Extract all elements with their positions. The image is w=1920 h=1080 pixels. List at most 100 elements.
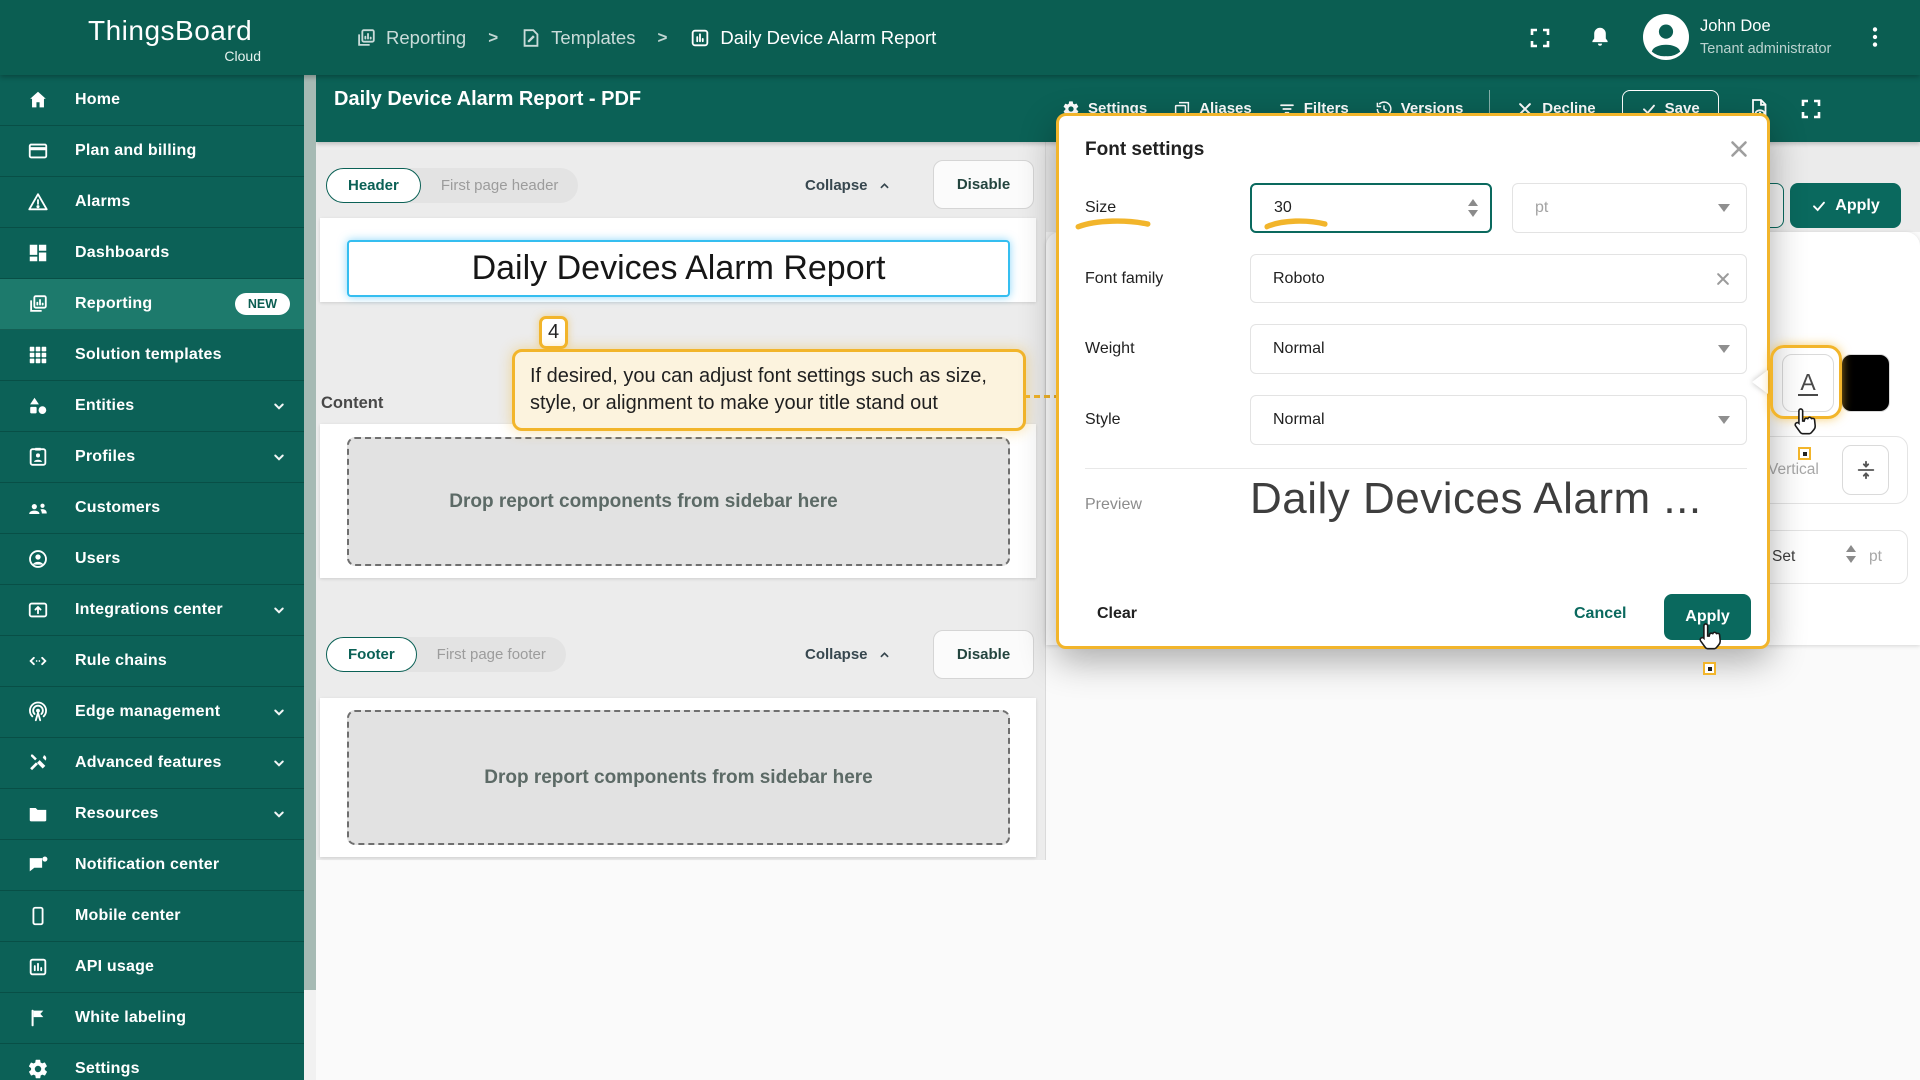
clear-button[interactable]: Clear — [1097, 605, 1137, 623]
sidebar-item-label: Notification center — [75, 856, 220, 873]
chevron-down-icon — [270, 601, 288, 619]
close-icon[interactable] — [1727, 137, 1751, 161]
kebab-menu-icon[interactable] — [1862, 24, 1888, 50]
clear-icon[interactable] — [1714, 270, 1732, 288]
fullscreen-icon[interactable] — [1528, 26, 1552, 50]
click-indicator — [1703, 662, 1716, 675]
brand-name: ThingsBoard — [88, 15, 253, 46]
breadcrumb-item-templates[interactable]: Templates — [520, 27, 635, 49]
cancel-button[interactable]: Cancel — [1574, 605, 1626, 623]
weight-label: Weight — [1085, 340, 1135, 357]
panel-apply-button[interactable]: Apply — [1790, 183, 1901, 228]
style-select[interactable]: Normal — [1250, 395, 1747, 445]
stepper-up-icon[interactable] — [1846, 545, 1856, 552]
marker-underline — [1264, 217, 1328, 230]
footer-dropzone-label: Drop report components from sidebar here — [484, 766, 873, 788]
sidebar-item-home[interactable]: Home — [0, 75, 304, 126]
style-label: Style — [1085, 411, 1121, 428]
size-unit-select[interactable]: pt — [1512, 183, 1747, 233]
sidebar-item-rule-chains[interactable]: Rule chains — [0, 636, 304, 687]
sidebar-item-reporting[interactable]: Reporting NEW — [0, 279, 304, 330]
stepper-down-icon[interactable] — [1468, 210, 1478, 217]
footer-section-tabs: Footer First page footer — [326, 637, 566, 672]
chevron-down-icon — [270, 754, 288, 772]
stepper-down-icon[interactable] — [1846, 556, 1856, 563]
entities-icon — [27, 395, 49, 417]
sidebar-scrollbar-thumb[interactable] — [304, 75, 316, 990]
header-collapse-button[interactable]: Collapse — [805, 168, 892, 203]
sidebar-item-label: Solution templates — [75, 346, 222, 363]
font-color-swatch[interactable] — [1841, 354, 1890, 412]
footer-collapse-button[interactable]: Collapse — [805, 637, 892, 672]
content-dropzone-label: Drop report components from sidebar here — [449, 490, 838, 512]
breadcrumb-item-reporting[interactable]: Reporting — [355, 27, 466, 49]
sidebar-item-label: Entities — [75, 397, 135, 414]
new-badge: NEW — [234, 293, 290, 315]
sidebar-item-plan-and-billing[interactable]: Plan and billing — [0, 126, 304, 177]
sidebar-item-dashboards[interactable]: Dashboards — [0, 228, 304, 279]
font-family-input[interactable]: Roboto — [1250, 254, 1747, 303]
thingsboard-app: ThingsBoard Cloud Reporting > Templates > Da… — [0, 0, 1920, 1080]
header-chip[interactable]: Header — [326, 168, 421, 203]
sidebar-item-label: Users — [75, 550, 121, 567]
sidebar-item-label: Plan and billing — [75, 142, 197, 159]
sidebar-item-alarms[interactable]: Alarms — [0, 177, 304, 228]
sidebar-item-users[interactable]: Users — [0, 534, 304, 585]
sidebar-item-mobile-center[interactable]: Mobile center — [0, 891, 304, 942]
weight-select[interactable]: Normal — [1250, 324, 1747, 374]
font-family-label: Font family — [1085, 270, 1164, 287]
footer-chip[interactable]: Footer — [326, 637, 417, 672]
fullscreen-icon[interactable] — [1799, 97, 1823, 121]
chevron-down-icon — [270, 805, 288, 823]
sidebar-item-label: White labeling — [75, 1009, 187, 1026]
panel-apply-label: Apply — [1835, 196, 1880, 214]
stepper-up-icon[interactable] — [1468, 199, 1478, 206]
sidebar-item-label: Reporting — [75, 295, 153, 312]
content-dropzone[interactable]: Drop report components from sidebar here — [347, 437, 1010, 566]
sidebar-item-customers[interactable]: Customers — [0, 483, 304, 534]
chevron-down-icon — [1718, 204, 1730, 212]
bell-icon[interactable] — [1588, 25, 1612, 49]
sidebar-item-solution-templates[interactable]: Solution templates — [0, 330, 304, 381]
size-unit-value: pt — [1535, 199, 1549, 216]
first-page-footer-tab[interactable]: First page footer — [417, 646, 566, 663]
sidebar-item-api-usage[interactable]: API usage — [0, 942, 304, 993]
footer-disable-button[interactable]: Disable — [933, 630, 1034, 679]
sidebar-item-label: Dashboards — [75, 244, 170, 261]
set-unit-label: pt — [1869, 548, 1882, 565]
billing-icon — [27, 140, 49, 162]
sidebar-item-integrations-center[interactable]: Integrations center — [0, 585, 304, 636]
sidebar-item-advanced-features[interactable]: Advanced features — [0, 738, 304, 789]
first-page-header-tab[interactable]: First page header — [421, 177, 579, 194]
size-input-stepper[interactable] — [1468, 199, 1478, 217]
hand-cursor-icon — [1694, 622, 1724, 656]
vertical-align-center-icon[interactable] — [1842, 445, 1889, 495]
size-value: 30 — [1274, 199, 1292, 216]
sidebar-item-entities[interactable]: Entities — [0, 381, 304, 432]
sidebar-item-white-labeling[interactable]: White labeling — [0, 993, 304, 1044]
header-disable-button[interactable]: Disable — [933, 160, 1034, 209]
sidebar-item-notification-center[interactable]: Notification center — [0, 840, 304, 891]
avatar[interactable] — [1643, 14, 1689, 60]
sidebar-item-settings[interactable]: Settings — [0, 1044, 304, 1080]
check-icon — [1811, 198, 1827, 214]
editor-title: Daily Device Alarm Report - PDF — [334, 88, 642, 110]
size-stepper[interactable] — [1846, 545, 1856, 563]
brand-subtitle: Cloud — [224, 48, 261, 64]
tooltip-arrow — [1752, 370, 1768, 394]
reporting-icon — [355, 27, 377, 49]
sidebar-item-label: Integrations center — [75, 601, 223, 618]
customers-icon — [27, 497, 49, 519]
font-settings-dialog: Font settings Size 30 pt Font family Rob… — [1056, 113, 1770, 649]
footer-dropzone[interactable]: Drop report components from sidebar here — [347, 710, 1010, 845]
sidebar-item-resources[interactable]: Resources — [0, 789, 304, 840]
chevron-down-icon — [1718, 345, 1730, 353]
breadcrumb-item-daily-device-alarm-report[interactable]: Daily Device Alarm Report — [689, 27, 936, 49]
sidebar-item-edge-management[interactable]: Edge management — [0, 687, 304, 738]
top-bar — [0, 0, 1920, 75]
set-label: Set — [1772, 548, 1796, 565]
sidebar-item-profiles[interactable]: Profiles — [0, 432, 304, 483]
chevron-down-icon — [270, 448, 288, 466]
report-title-input[interactable]: Daily Devices Alarm Report — [347, 240, 1010, 297]
breadcrumb-separator: > — [488, 27, 499, 47]
